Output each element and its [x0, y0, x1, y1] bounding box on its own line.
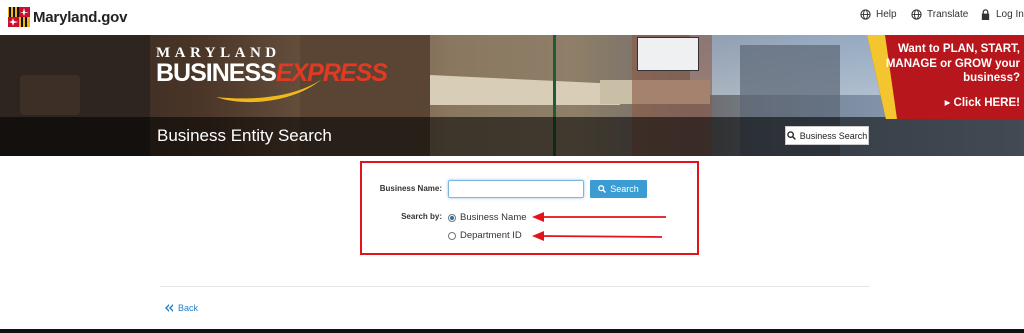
promo-banner[interactable]: Want to PLAN, START, MANAGE or GROW your…: [867, 35, 1024, 119]
banner-title-strip: [0, 117, 1024, 156]
logo-text: Maryland.gov: [33, 8, 128, 26]
page-title: Business Entity Search: [157, 126, 332, 145]
radio-button[interactable]: [448, 231, 456, 240]
help-link[interactable]: Help: [860, 9, 897, 20]
search-button[interactable]: Search: [590, 180, 647, 198]
search-by-label: Search by:: [401, 212, 442, 221]
business-name-label: Business Name:: [379, 184, 442, 193]
login-label: Log In: [996, 9, 1024, 20]
annotation-arrow: [532, 231, 663, 241]
maryland-gov-logo[interactable]: Maryland.gov: [8, 7, 127, 27]
search-icon: [786, 131, 796, 140]
footer-bar: [0, 329, 1024, 333]
globe-icon: [860, 9, 871, 20]
awning: [430, 75, 620, 105]
radio-department-id[interactable]: Department ID: [448, 230, 522, 241]
globe-icon: [911, 9, 922, 20]
annotation-arrow: [532, 212, 666, 222]
promo-cta[interactable]: ▸ Click HERE!: [945, 95, 1020, 109]
search-icon: [598, 185, 607, 193]
help-label: Help: [876, 9, 897, 20]
promo-text: Want to PLAN, START, MANAGE or GROW your…: [885, 43, 1020, 84]
translate-label: Translate: [927, 9, 969, 20]
hero-banner: MARYLAND BUSINESS EXPRESS: [0, 35, 1024, 156]
street-sign: [637, 37, 699, 71]
swoosh-icon: [216, 79, 322, 103]
top-bar: Maryland.gov Help Translate Log In: [0, 0, 1024, 35]
radio-business-name-label: Business Name: [460, 212, 527, 223]
radio-button-selected[interactable]: [448, 213, 456, 222]
login-link[interactable]: Log In: [980, 9, 1024, 20]
radio-business-name[interactable]: Business Name: [448, 212, 527, 223]
storefront-sign: [20, 75, 80, 115]
business-search-label: Business Search: [799, 130, 868, 141]
search-button-label: Search: [610, 184, 639, 194]
double-chevron-left-icon: [165, 304, 173, 312]
maryland-flag-icon: [8, 7, 30, 27]
back-link[interactable]: Back: [165, 303, 198, 313]
business-search-button[interactable]: Business Search: [785, 126, 869, 145]
back-label: Back: [178, 303, 199, 313]
lock-icon: [981, 9, 990, 20]
divider: [160, 286, 870, 287]
radio-department-id-label: Department ID: [460, 230, 522, 241]
business-name-input[interactable]: [448, 180, 584, 198]
translate-link[interactable]: Translate: [911, 9, 968, 20]
